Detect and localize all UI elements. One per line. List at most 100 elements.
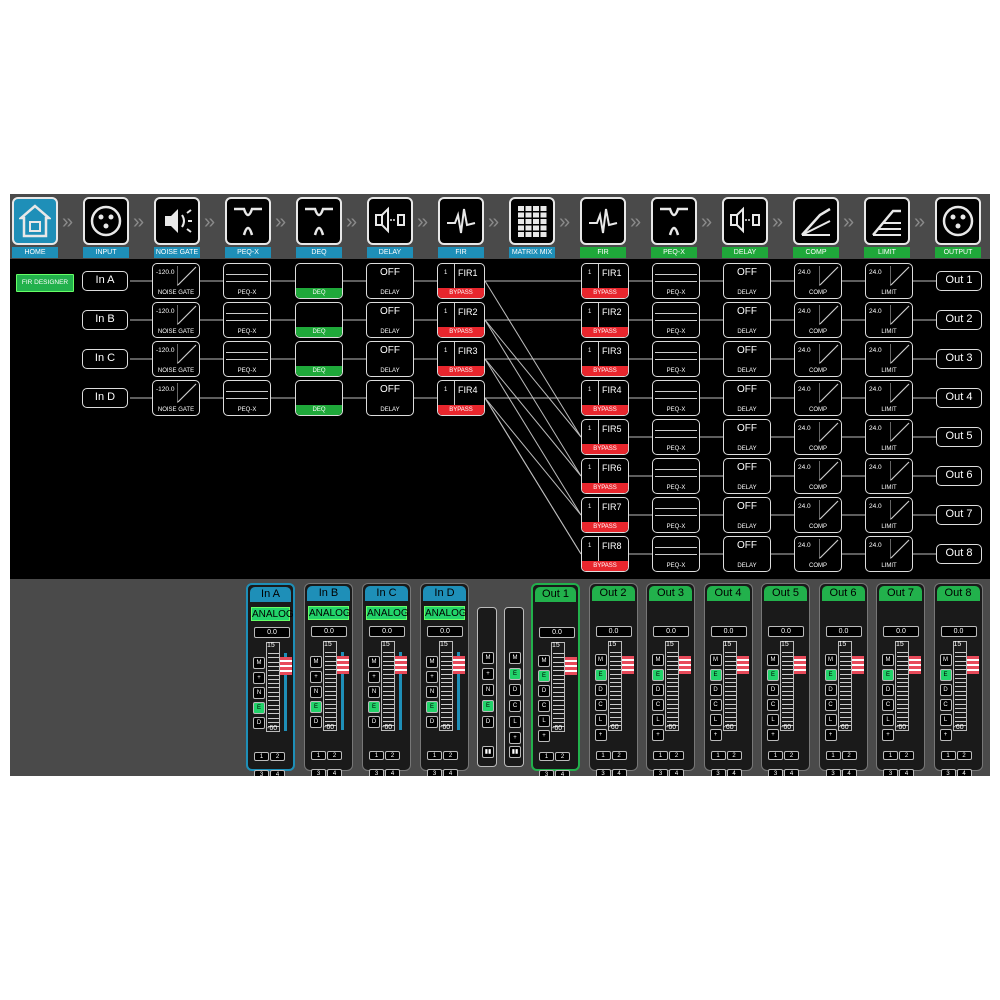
- delay-block[interactable]: OFF DELAY: [366, 263, 414, 299]
- strip-button-m[interactable]: M: [767, 654, 779, 666]
- toolbar-limit-button[interactable]: LIMIT: [864, 197, 910, 258]
- output-out-7-box[interactable]: Out 7: [936, 505, 982, 525]
- peq-x-block[interactable]: PEQ-X: [223, 263, 271, 299]
- strip-button-m[interactable]: M: [594, 654, 607, 666]
- output-peq-x-block[interactable]: PEQ-X: [652, 458, 700, 494]
- output-delay-block[interactable]: OFF DELAY: [723, 302, 771, 338]
- strip-button-d[interactable]: D: [824, 684, 837, 696]
- toolbar-fir-button[interactable]: FIR: [580, 197, 626, 258]
- strip-button-e[interactable]: E: [594, 669, 607, 681]
- gain-value-field[interactable]: 0.0: [427, 626, 463, 637]
- toolbar-home-button[interactable]: HOME: [12, 197, 58, 258]
- channel-4-button[interactable]: 4: [956, 769, 972, 776]
- strip-button-c[interactable]: C: [538, 700, 550, 712]
- output-delay-block[interactable]: OFF DELAY: [723, 536, 771, 572]
- strip-header[interactable]: Out 8: [936, 586, 980, 601]
- strip-button-c[interactable]: C: [939, 699, 952, 711]
- output-fir-block[interactable]: 1 FIR6 BYPASS: [581, 458, 629, 494]
- gain-value-field[interactable]: 0.0: [710, 626, 747, 637]
- strip-button-m[interactable]: M: [253, 657, 265, 669]
- toolbar-peq-x-button[interactable]: PEQ-X: [651, 197, 697, 258]
- output-strip-out-6[interactable]: Out 6 0.0 15 -60 M E D C L +1 2 3 4: [818, 583, 868, 776]
- strip-button-n[interactable]: N: [310, 686, 322, 698]
- strip-header[interactable]: In B: [307, 586, 350, 601]
- strip-header[interactable]: In A: [250, 587, 291, 602]
- channel-2-button[interactable]: 2: [385, 751, 400, 760]
- channel-1-button[interactable]: 1: [311, 751, 326, 760]
- source-analog-button[interactable]: ANALOG: [308, 606, 351, 620]
- channel-2-button[interactable]: 2: [327, 751, 342, 760]
- channel-4-button[interactable]: 4: [443, 769, 458, 776]
- deq-block[interactable]: DEQ: [295, 380, 343, 416]
- link-button-d[interactable]: D: [509, 684, 521, 696]
- input-strip-in-b[interactable]: In B ANALOG 0.0 15 -60 M + N E D 1 2 3 4: [304, 583, 353, 776]
- strip-header[interactable]: Out 4: [706, 586, 750, 601]
- channel-2-button[interactable]: 2: [841, 751, 857, 760]
- strip-button-l[interactable]: L: [652, 714, 664, 726]
- volume-fader-handle[interactable]: [280, 657, 292, 675]
- channel-1-button[interactable]: 1: [883, 751, 898, 760]
- link-button-e[interactable]: E: [482, 700, 494, 712]
- strip-button-c[interactable]: C: [652, 699, 664, 711]
- channel-1-button[interactable]: 1: [427, 751, 442, 760]
- output-peq-x-block[interactable]: PEQ-X: [652, 419, 700, 455]
- output-out-3-box[interactable]: Out 3: [936, 349, 982, 369]
- channel-3-button[interactable]: 3: [940, 769, 956, 776]
- toolbar-delay-button[interactable]: DELAY: [722, 197, 768, 258]
- output-fir-block[interactable]: 1 FIR5 BYPASS: [581, 419, 629, 455]
- channel-2-button[interactable]: 2: [956, 751, 972, 760]
- input-strip-in-d[interactable]: In D ANALOG 0.0 15 -60 M + N E D 1 2 3 4: [420, 583, 469, 776]
- peq-x-block[interactable]: PEQ-X: [223, 341, 271, 377]
- strip-button-l[interactable]: L: [882, 714, 894, 726]
- gain-value-field[interactable]: 0.0: [539, 627, 575, 638]
- output-strip-out-8[interactable]: Out 8 0.0 15 -60 M E D C L +1 2 3 4: [933, 583, 983, 776]
- strip-button-l[interactable]: L: [594, 714, 607, 726]
- comp-block[interactable]: 24.0 COMP: [794, 302, 842, 338]
- channel-3-button[interactable]: 3: [825, 769, 841, 776]
- strip-button-e[interactable]: E: [538, 670, 550, 682]
- strip-button-e[interactable]: E: [709, 669, 722, 681]
- channel-1-button[interactable]: 1: [254, 752, 269, 761]
- strip-header[interactable]: Out 1: [535, 587, 576, 602]
- strip-button-m[interactable]: M: [939, 654, 952, 666]
- deq-block[interactable]: DEQ: [295, 341, 343, 377]
- channel-4-button[interactable]: 4: [270, 770, 285, 776]
- strip-button-m[interactable]: M: [368, 656, 380, 668]
- volume-fader-handle[interactable]: [679, 656, 691, 674]
- strip-button-e[interactable]: E: [767, 669, 779, 681]
- output-fir-block[interactable]: 1 FIR2 BYPASS: [581, 302, 629, 338]
- link-button-plus[interactable]: +: [509, 732, 521, 744]
- gain-value-field[interactable]: 0.0: [653, 626, 689, 637]
- output-out-6-box[interactable]: Out 6: [936, 466, 982, 486]
- strip-button-plus[interactable]: +: [767, 729, 779, 741]
- strip-button-plus[interactable]: +: [426, 671, 438, 683]
- channel-4-button[interactable]: 4: [669, 769, 684, 776]
- strip-button-plus[interactable]: +: [882, 729, 894, 741]
- strip-header[interactable]: In D: [423, 586, 466, 601]
- fir-designer-button[interactable]: FIR DESIGNER: [16, 274, 74, 292]
- channel-1-button[interactable]: 1: [539, 752, 554, 761]
- channel-3-button[interactable]: 3: [369, 769, 384, 776]
- input-fir-block[interactable]: 1 FIR1 BYPASS: [437, 263, 485, 299]
- input-in-b-box[interactable]: In B: [82, 310, 128, 330]
- strip-button-m[interactable]: M: [538, 655, 550, 667]
- volume-fader-handle[interactable]: [453, 656, 465, 674]
- gain-value-field[interactable]: 0.0: [825, 626, 862, 637]
- strip-button-d[interactable]: D: [709, 684, 722, 696]
- strip-button-plus[interactable]: +: [368, 671, 380, 683]
- toolbar-input-button[interactable]: INPUT: [83, 197, 129, 258]
- channel-2-button[interactable]: 2: [270, 752, 285, 761]
- delay-block[interactable]: OFF DELAY: [366, 302, 414, 338]
- gain-value-field[interactable]: 0.0: [768, 626, 804, 637]
- strip-button-d[interactable]: D: [767, 684, 779, 696]
- output-delay-block[interactable]: OFF DELAY: [723, 380, 771, 416]
- output-strip-out-4[interactable]: Out 4 0.0 15 -60 M E D C L +1 2 3 4: [703, 583, 753, 776]
- limit-block[interactable]: 24.0 LIMIT: [865, 302, 913, 338]
- comp-block[interactable]: 24.0 COMP: [794, 341, 842, 377]
- output-peq-x-block[interactable]: PEQ-X: [652, 380, 700, 416]
- toolbar-comp-button[interactable]: COMP: [793, 197, 839, 258]
- strip-button-m[interactable]: M: [824, 654, 837, 666]
- toolbar-noise-gate-button[interactable]: NOISE GATE: [154, 197, 200, 258]
- limit-block[interactable]: 24.0 LIMIT: [865, 341, 913, 377]
- gain-value-field[interactable]: 0.0: [940, 626, 977, 637]
